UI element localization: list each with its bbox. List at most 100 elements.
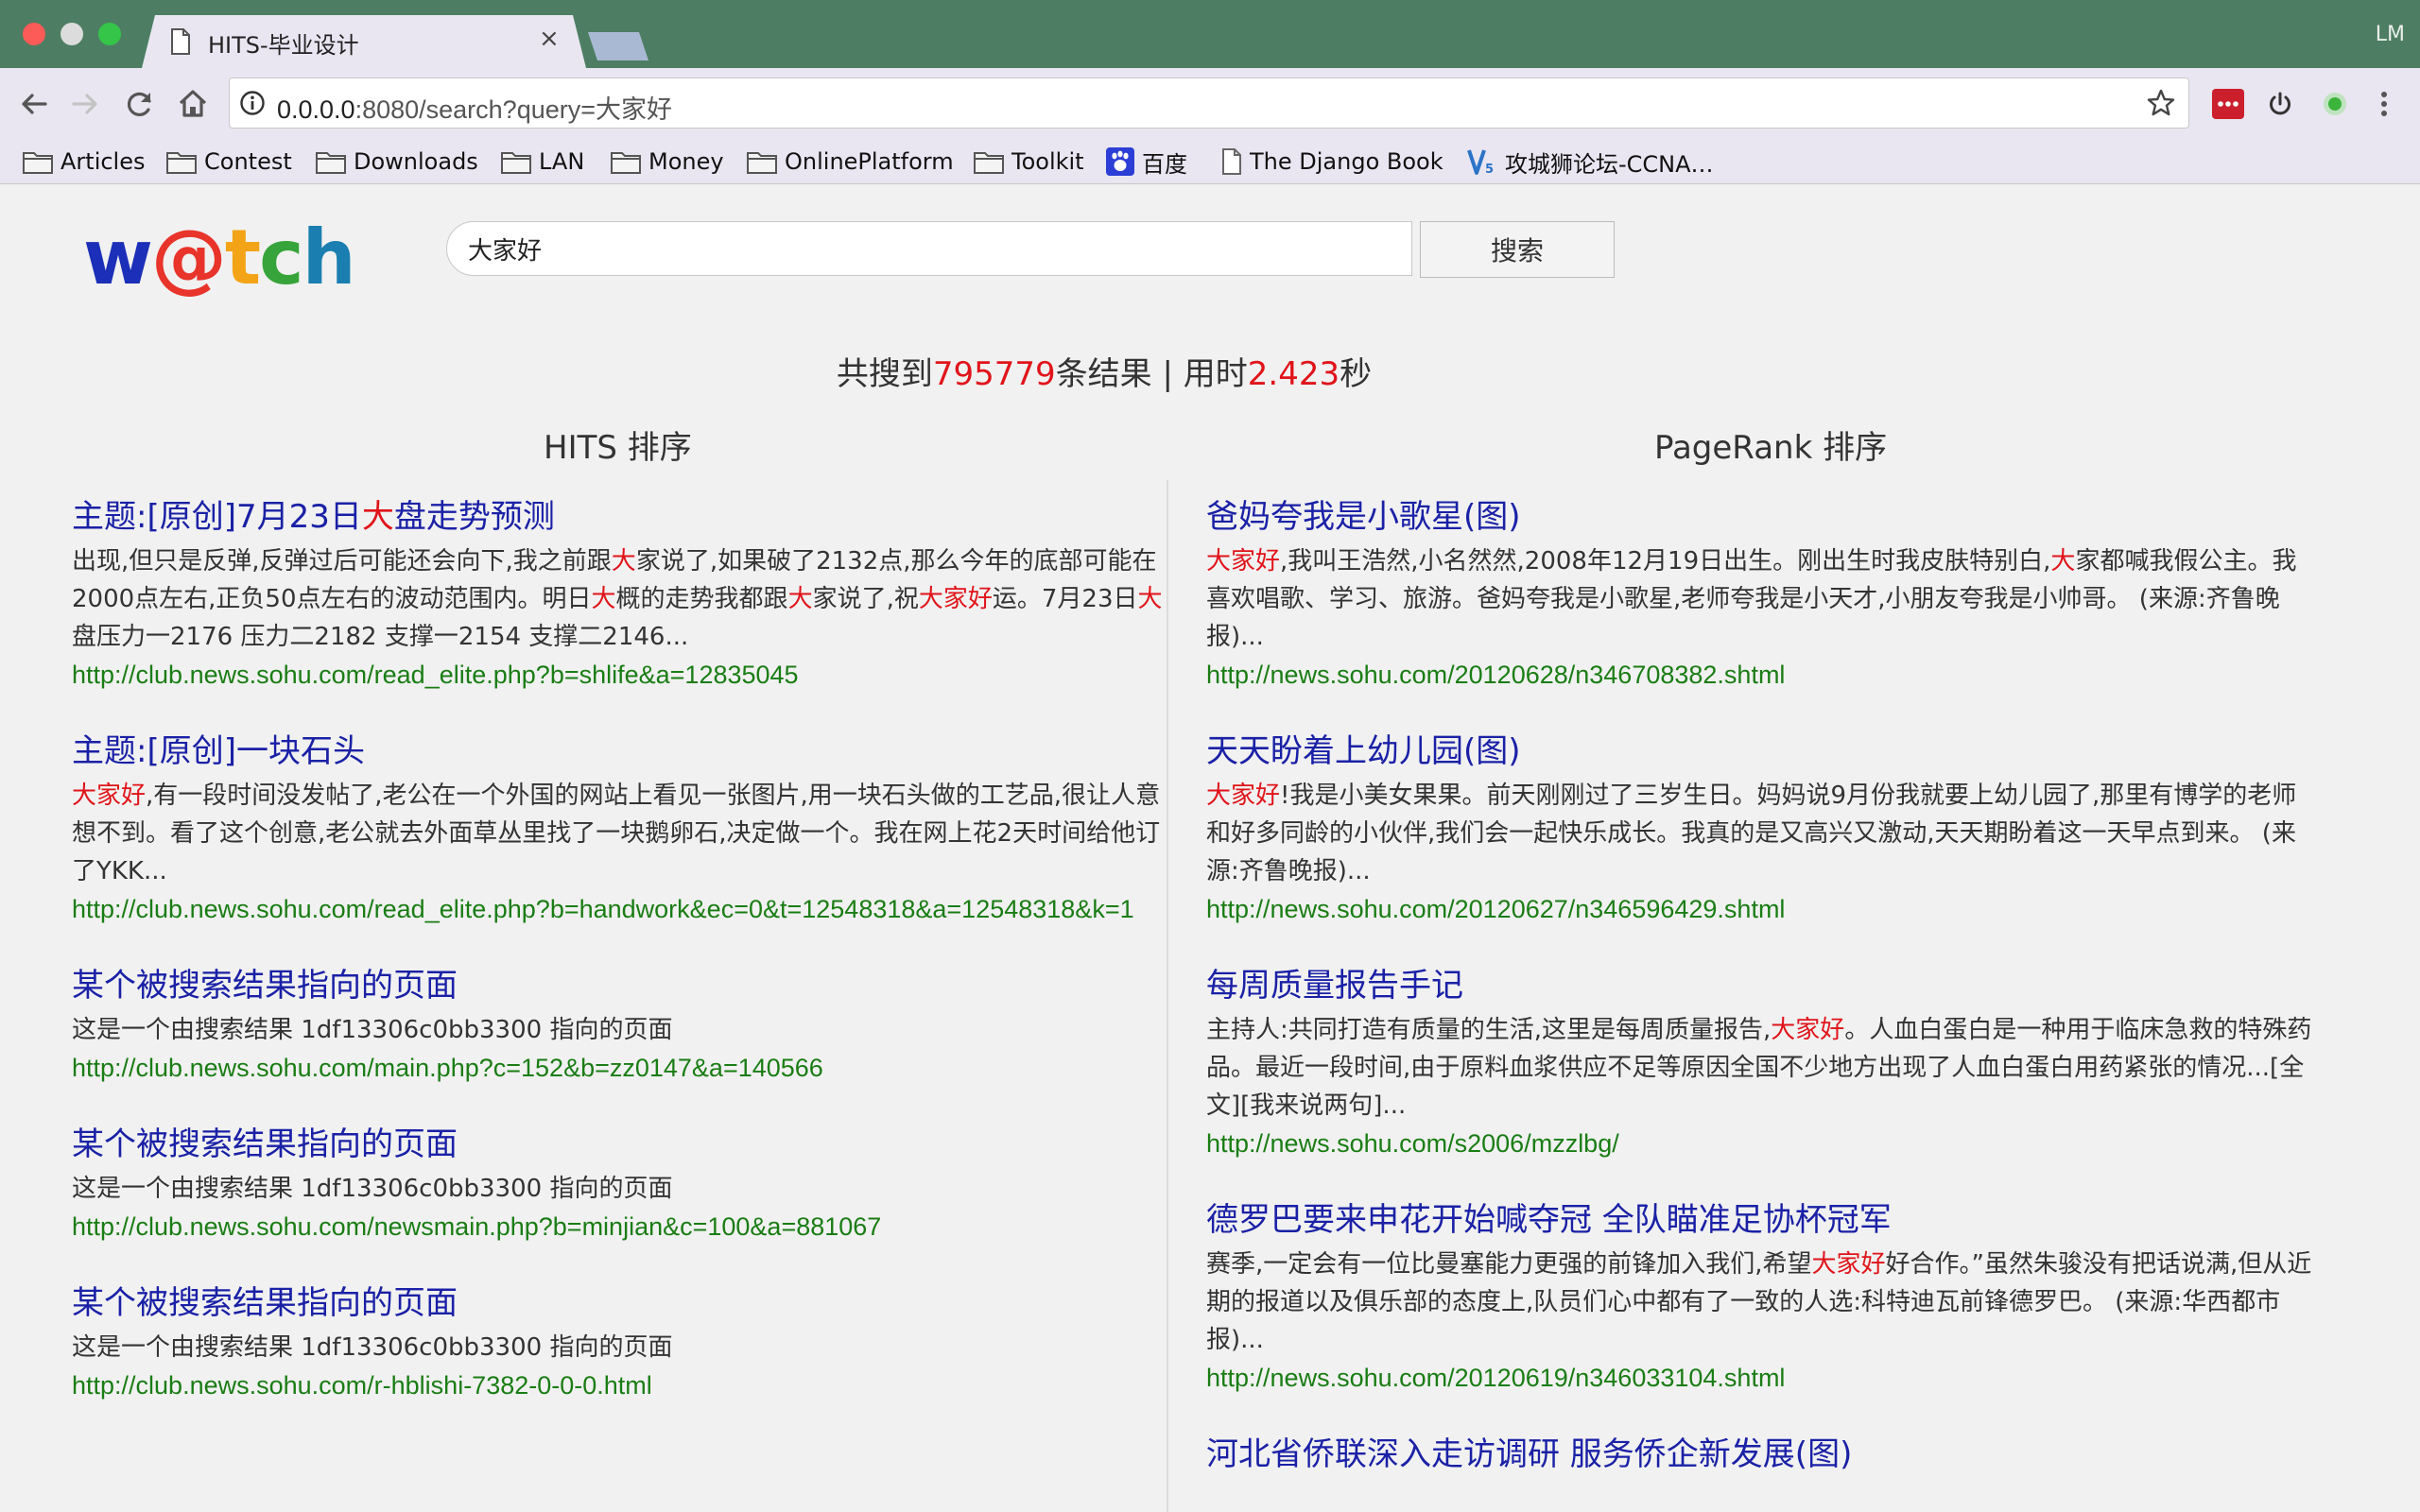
query-highlight: 大 [787,585,813,613]
reload-icon[interactable] [121,85,159,123]
window-titlebar: HITS-毕业设计 × LM [0,0,2420,68]
bookmarks-bar: Articles Contest Downloads LAN Money Onl… [0,140,2420,184]
result-snippet: 大家好,有一段时间没发帖了,老公在一个外国的网站上看见一张图片,用一块石头做的工… [72,777,1178,890]
text-segment: 这是一个由搜索结果 1df13306c0bb3300 指向的页面 [72,1333,673,1362]
text-segment: 某个被搜索结果指向的页面 [72,1125,458,1163]
result-url-link[interactable]: http://news.sohu.com/20120628/n346708382… [1206,656,2312,694]
result-url-link[interactable]: http://news.sohu.com/s2006/mzzlbg/ [1206,1125,2312,1162]
back-arrow-icon[interactable] [15,85,53,123]
result-url-link[interactable]: http://club.news.sohu.com/newsmain.php?b… [72,1208,1178,1246]
result-title-link[interactable]: 天天盼着上幼儿园(图) [1206,726,2312,777]
stats-prefix: 共搜到 [836,355,933,393]
url-text[interactable]: 0.0.0.0:8080/search?query=大家好 [277,89,672,126]
text-segment: 出现,但只是反弹,反弹过后可能还会向下,我之前跟 [72,547,612,576]
result-title-link[interactable]: 爸妈夸我是小歌星(图) [1206,491,2312,542]
result-url-link[interactable]: http://club.news.sohu.com/main.php?c=152… [72,1049,1178,1087]
folder-icon [974,152,1004,174]
baidu-paw-icon [1106,147,1134,176]
lastpass-extension-icon[interactable] [2212,89,2244,119]
browser-tab-active[interactable]: HITS-毕业设计 × [142,15,586,68]
text-segment: 爸妈夸我是小歌星(图) [1206,498,1521,536]
bookmark-star-icon[interactable] [2147,89,2175,117]
bookmark-django-book[interactable]: The Django Book [1221,140,1443,183]
result-title-link[interactable]: 德罗巴要来申花开始喊夺冠 全队瞄准足协杯冠军 [1206,1194,2312,1246]
window-minimize-button[interactable] [60,23,83,45]
query-highlight: 大家好 [918,585,993,613]
window-close-button[interactable] [23,23,45,45]
search-input[interactable] [446,221,1412,276]
power-extension-icon[interactable] [2265,89,2295,119]
text-segment: ,有一段时间没发帖了,老公在一个外国的网站上看见一张图片,用一块石头做的工艺品,… [72,782,1161,885]
bookmark-articles[interactable]: Articles [23,140,146,183]
info-icon[interactable] [239,90,266,116]
logo-letter: h [302,214,356,301]
search-result: 主题:[原创]一块石头大家好,有一段时间没发帖了,老公在一个外国的网站上看见一张… [72,726,1178,928]
elapsed-time: 2.423 [1247,355,1340,393]
search-result: 某个被搜索结果指向的页面这是一个由搜索结果 1df13306c0bb3300 指… [72,1119,1178,1246]
query-highlight: 大 [361,498,394,536]
search-result: 每周质量报告手记主持人:共同打造有质量的生活,这里是每周质量报告,大家好。人血白… [1206,960,2312,1162]
result-url-link[interactable]: http://club.news.sohu.com/read_elite.php… [72,656,1178,694]
result-url-link[interactable]: http://news.sohu.com/20120619/n346033104… [1206,1359,2312,1397]
result-url-link[interactable]: http://club.news.sohu.com/read_elite.php… [72,890,1178,928]
bookmark-onlineplatform[interactable]: OnlinePlatform [747,140,954,183]
result-url-link[interactable]: http://club.news.sohu.com/r-hblishi-7382… [72,1366,1178,1404]
window-maximize-button[interactable] [98,23,121,45]
bookmark-contest[interactable]: Contest [166,140,292,183]
bookmark-ccna-forum[interactable]: 5 攻城狮论坛-CCNA… [1467,140,1714,183]
search-result: 某个被搜索结果指向的页面 这是一个由搜索结果 1df13306c0bb3300 指… [72,960,1178,1087]
text-segment: 运。7月23日 [992,585,1138,613]
folder-icon [23,152,53,174]
result-title-link[interactable]: 主题:[原创]7月23日大盘走势预测 [72,491,1178,542]
bookmark-label: 攻城狮论坛-CCNA… [1505,150,1714,178]
bookmark-label: Contest [204,148,292,175]
text-segment: 每周质量报告手记 [1206,967,1463,1005]
result-title-link[interactable]: 主题:[原创]一块石头 [72,726,1178,777]
site-logo[interactable]: w@tch [83,214,356,301]
result-title-link[interactable]: 某个被搜索结果指向的页面 [72,1278,1178,1329]
result-snippet: 大家好,我叫王浩然,小名然然,2008年12月19日出生。刚出生时我皮肤特别白,… [1206,542,2312,656]
search-button[interactable]: 搜索 [1420,221,1615,278]
bookmark-label: 百度 [1142,150,1187,178]
query-highlight: 大家好 [1771,1016,1845,1044]
result-title-link[interactable]: 每周质量报告手记 [1206,960,2312,1011]
home-icon[interactable] [174,85,212,123]
bookmark-money[interactable]: Money [611,140,724,183]
text-segment: 天天盼着上幼儿园(图) [1206,732,1521,770]
text-segment: 赛季,一定会有一位比曼塞能力更强的前锋加入我们,希望 [1206,1250,1812,1279]
bookmark-baidu[interactable]: 百度 [1106,140,1187,183]
svg-text:5: 5 [1485,163,1494,176]
result-count: 795779 [932,355,1056,393]
result-title-link[interactable]: 某个被搜索结果指向的页面 [72,1119,1178,1170]
bookmark-label: The Django Book [1250,148,1443,175]
bookmark-lan[interactable]: LAN [501,140,584,183]
text-segment: 这是一个由搜索结果 1df13306c0bb3300 指向的页面 [72,1175,673,1203]
text-segment: 主题:[原创]一块石头 [72,732,365,770]
bookmark-label: OnlinePlatform [785,148,954,175]
result-snippet: 主持人:共同打造有质量的生活,这里是每周质量报告,大家好。人血白蛋白是一种用于临… [1206,1011,2312,1125]
profile-label[interactable]: LM [2376,23,2405,46]
pagerank-results-column: 爸妈夸我是小歌星(图) 大家好,我叫王浩然,小名然然,2008年12月19日出生。… [1206,491,2312,1512]
bookmark-label: Downloads [354,148,478,175]
result-url-link[interactable]: http://news.sohu.com/20120627/n346596429… [1206,890,2312,928]
tab-close-button[interactable]: × [539,25,560,53]
address-bar[interactable]: 0.0.0.0:8080/search?query=大家好 [229,77,2189,129]
search-result: 爸妈夸我是小歌星(图) 大家好,我叫王浩然,小名然然,2008年12月19日出生。… [1206,491,2312,694]
new-tab-button[interactable] [588,32,648,60]
forward-arrow-icon[interactable] [66,85,104,123]
green-status-extension-icon[interactable] [2320,89,2350,119]
bookmark-downloads[interactable]: Downloads [316,140,478,183]
query-highlight: 大家好 [1206,547,1281,576]
page-icon [171,28,190,55]
bookmark-toolkit[interactable]: Toolkit [974,140,1084,183]
browser-menu-icon[interactable] [2375,89,2394,119]
result-stats: 共搜到795779条结果 | 用时2.423秒 [0,348,2208,394]
result-title-link[interactable]: 某个被搜索结果指向的页面 [72,960,1178,1011]
browser-toolbar: 0.0.0.0:8080/search?query=大家好 [0,68,2420,140]
folder-icon [316,152,346,174]
result-title-link[interactable]: 河北省侨联深入走访调研 服务侨企新发展(图) [1206,1429,2312,1480]
query-highlight: 大家好 [72,782,147,810]
text-segment: 河北省侨联深入走访调研 服务侨企新发展(图) [1206,1435,1853,1473]
stats-suffix: 秒 [1340,355,1373,393]
text-segment: 主题:[原创]7月23日 [72,498,362,536]
